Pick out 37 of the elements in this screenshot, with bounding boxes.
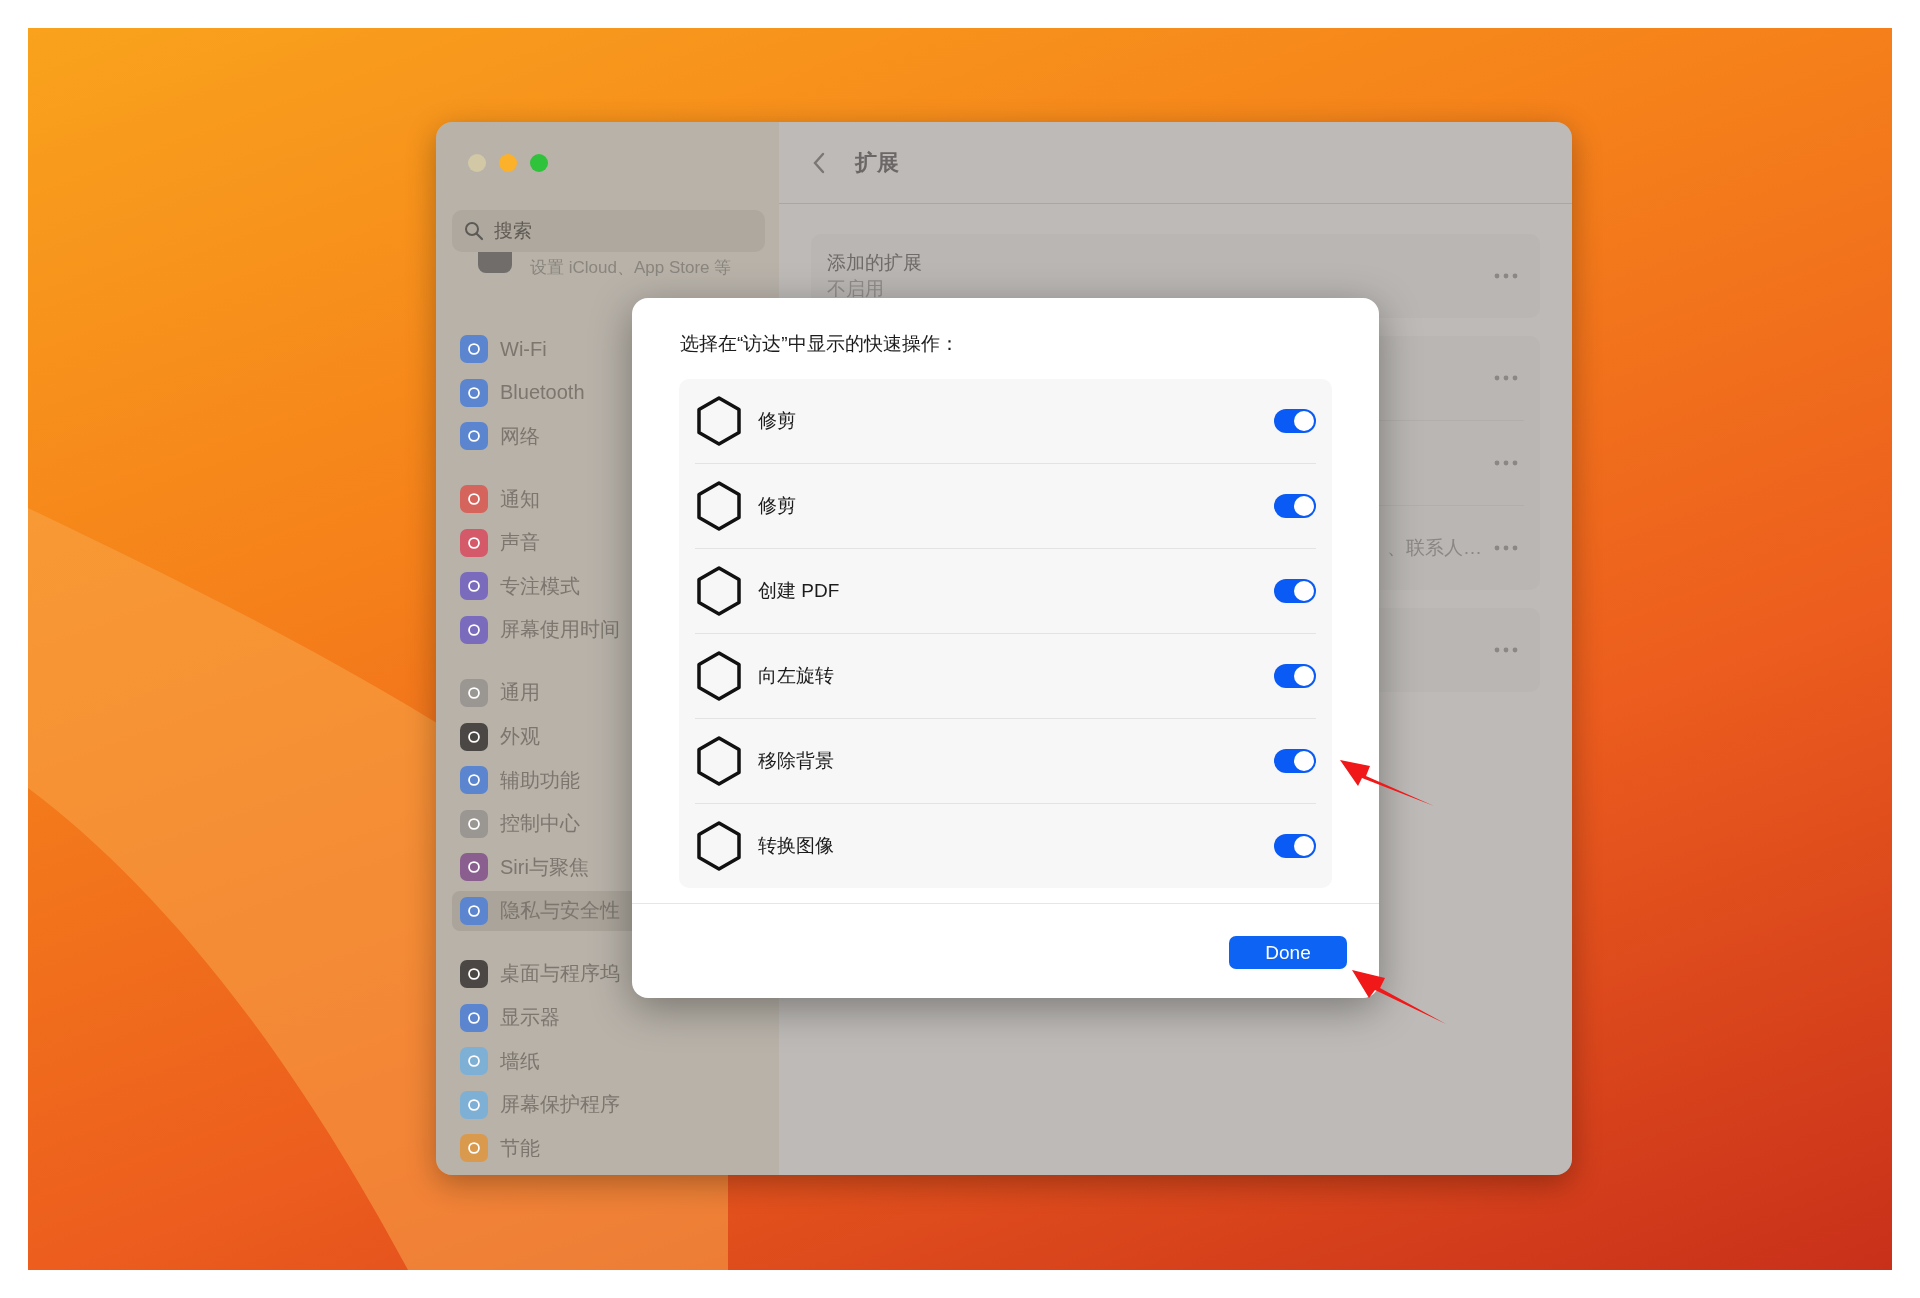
search-field[interactable]: 搜索 <box>452 210 765 252</box>
toggle-switch[interactable] <box>1274 409 1316 433</box>
sidebar-item[interactable]: 屏幕保护程序 <box>452 1084 765 1125</box>
minimize-button[interactable] <box>499 154 517 172</box>
action-label: 创建 PDF <box>758 579 841 603</box>
more-icon[interactable] <box>1494 460 1518 466</box>
hexagon-icon <box>695 735 743 787</box>
hexagon-icon <box>695 820 743 872</box>
more-icon[interactable] <box>1494 647 1518 653</box>
toggle-switch[interactable] <box>1274 664 1316 688</box>
back-icon[interactable] <box>813 151 825 174</box>
action-label: 移除背景 <box>758 749 835 773</box>
zoom-button[interactable] <box>530 154 548 172</box>
toggle-switch[interactable] <box>1274 834 1316 858</box>
action-label: 转换图像 <box>758 834 835 858</box>
page-title: 扩展 <box>855 148 899 177</box>
more-icon[interactable] <box>1494 545 1518 551</box>
action-label: 修剪 <box>758 494 797 518</box>
close-button[interactable] <box>468 154 486 172</box>
sidebar-item[interactable]: 墙纸 <box>452 1041 765 1082</box>
dialog-prompt: 选择在“访达”中显示的快速操作： <box>679 332 960 356</box>
sidebar-item[interactable]: 节能 <box>452 1128 765 1169</box>
done-button[interactable]: Done <box>1229 936 1347 969</box>
more-icon[interactable] <box>1494 273 1518 279</box>
toggle-switch[interactable] <box>1274 579 1316 603</box>
toggle-switch[interactable] <box>1274 749 1316 773</box>
sidebar-item[interactable]: 显示器 <box>452 997 765 1038</box>
search-icon <box>464 221 484 241</box>
action-label: 向左旋转 <box>758 664 835 688</box>
toggle-switch[interactable] <box>1274 494 1316 518</box>
row-title: 添加的扩展 <box>827 251 922 275</box>
hexagon-icon <box>695 650 743 702</box>
hexagon-icon <box>695 395 743 447</box>
more-icon[interactable] <box>1494 375 1518 381</box>
hexagon-icon <box>695 565 743 617</box>
hexagon-icon <box>695 480 743 532</box>
action-label: 修剪 <box>758 409 797 433</box>
